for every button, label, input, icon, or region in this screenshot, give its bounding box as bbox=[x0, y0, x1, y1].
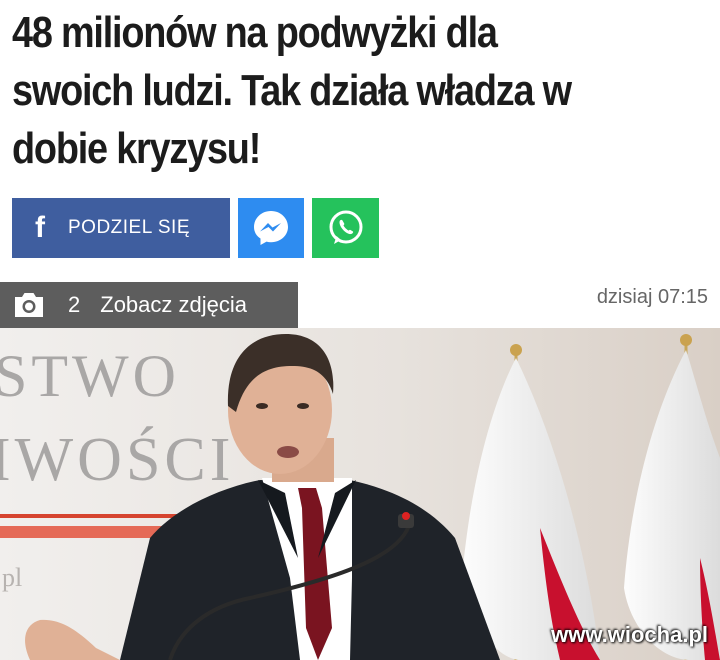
facebook-share-label: PODZIEL SIĘ bbox=[68, 217, 190, 238]
camera-icon bbox=[12, 290, 46, 320]
facebook-f-icon: f bbox=[35, 211, 45, 244]
press-conference-photo: STWO IWOŚCI pl bbox=[0, 328, 720, 660]
wall-text-line3: pl bbox=[2, 563, 22, 592]
watermark: www.wiocha.pl bbox=[551, 622, 708, 647]
whatsapp-share-button[interactable] bbox=[312, 198, 379, 258]
gallery-button[interactable]: 2 Zobacz zdjęcia bbox=[0, 282, 298, 328]
facebook-share-button[interactable]: f PODZIEL SIĘ bbox=[12, 198, 230, 258]
wall-text-line2: IWOŚCI bbox=[0, 426, 234, 494]
messenger-icon bbox=[254, 211, 288, 245]
messenger-share-button[interactable] bbox=[238, 198, 304, 258]
whatsapp-icon bbox=[329, 210, 362, 244]
gallery-photo-count: 2 bbox=[68, 292, 81, 317]
article-timestamp: dzisiaj 07:15 bbox=[596, 286, 708, 308]
gallery-label: Zobacz zdjęcia bbox=[100, 292, 247, 317]
article-photo[interactable]: STWO IWOŚCI pl www.wiocha.pl bbox=[0, 328, 720, 660]
article-headline: 48 milionów na podwyżki dla swoich ludzi… bbox=[12, 8, 572, 173]
wall-text-line1: STWO bbox=[0, 343, 180, 409]
